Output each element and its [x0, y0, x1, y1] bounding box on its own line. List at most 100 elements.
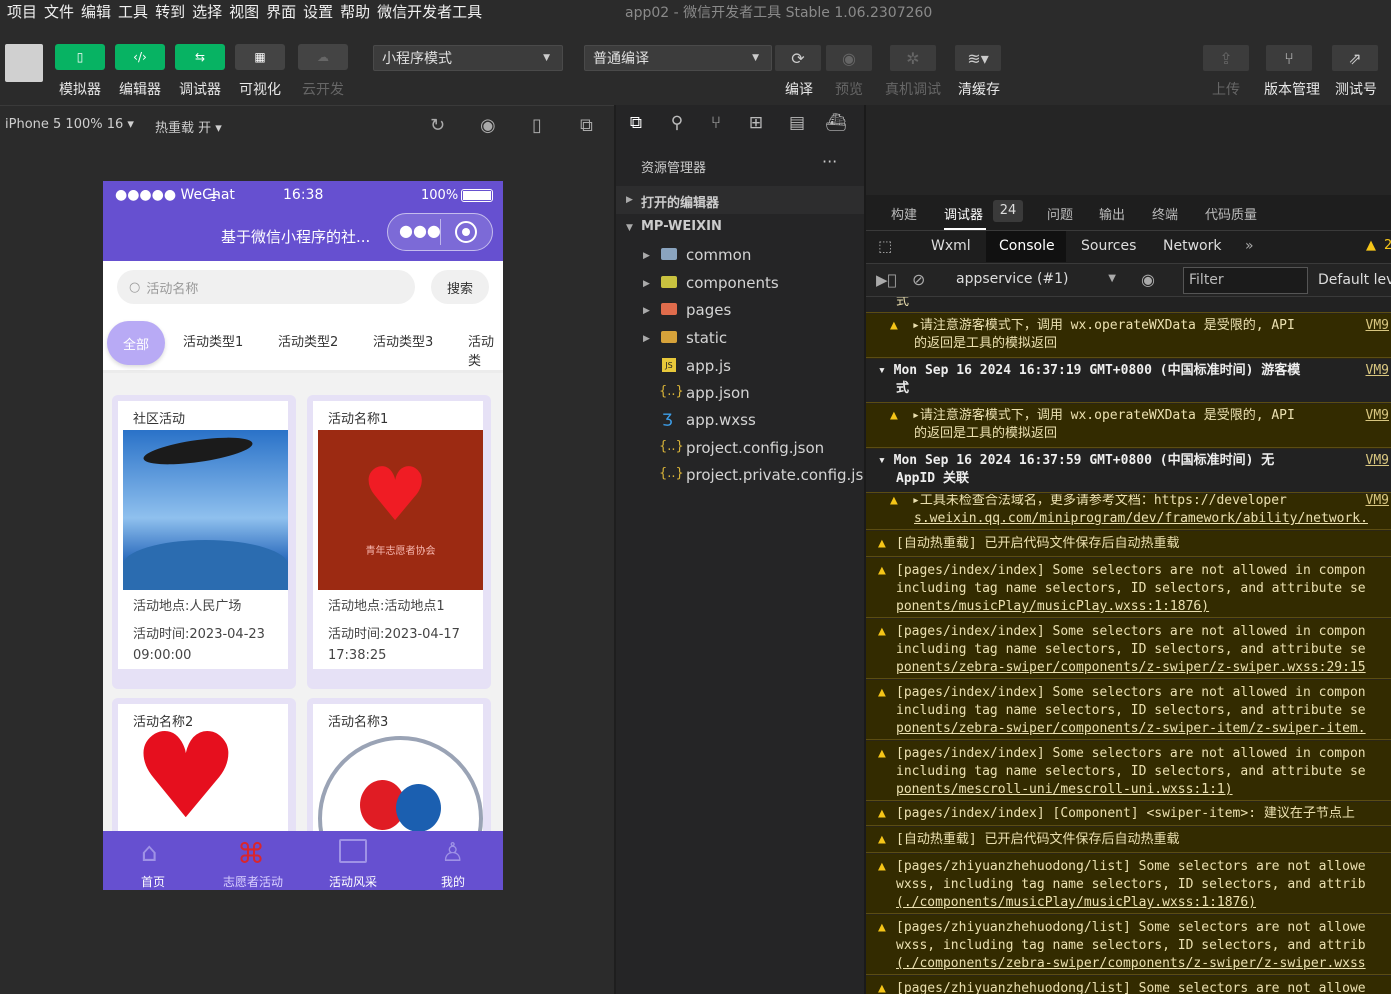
log-source-link[interactable]: VM9: [1366, 452, 1389, 470]
log-link[interactable]: (./components/musicPlay/musicPlay.wxss:1…: [896, 894, 1256, 912]
files-icon[interactable]: ⧉: [624, 113, 648, 137]
more-actions-icon[interactable]: ···: [822, 152, 837, 171]
log-source-link[interactable]: VM9: [1366, 317, 1389, 335]
tree-item-project-private-config[interactable]: project.private.config.js...: [686, 466, 878, 484]
menu-help[interactable]: 帮助: [340, 1, 370, 22]
avatar[interactable]: [5, 44, 43, 82]
log-entry[interactable]: ▲ [pages/index/index] Some selectors are …: [866, 619, 1391, 679]
more-tabs-icon[interactable]: »: [1245, 238, 1254, 254]
tree-item-app-wxss[interactable]: app.wxss: [686, 411, 756, 429]
log-levels-select[interactable]: Default leve: [1318, 272, 1391, 288]
volunteer-icon[interactable]: ⌘: [237, 837, 265, 870]
devtools-tab-wxml[interactable]: Wxml: [931, 238, 971, 254]
rotate-icon[interactable]: ↻: [430, 115, 445, 136]
log-entry[interactable]: ▲ ▸请注意游客模式下，调用 wx.operateWXData 是受限的, API…: [866, 404, 1391, 448]
device-icon[interactable]: ▯: [532, 115, 542, 136]
profile-icon[interactable]: ♙: [441, 838, 464, 868]
tab-build[interactable]: 构建: [891, 204, 917, 223]
category-tab-3[interactable]: 活动类型3: [373, 331, 433, 350]
devtools-tab-sources[interactable]: Sources: [1081, 238, 1136, 254]
tree-item-project-config[interactable]: project.config.json: [686, 439, 824, 457]
menu-file[interactable]: 文件: [44, 1, 74, 22]
tree-item-common[interactable]: common: [686, 246, 751, 264]
home-icon[interactable]: ⌂: [141, 838, 158, 868]
eye-icon[interactable]: ◉: [1141, 270, 1155, 289]
menu-select[interactable]: 选择: [192, 1, 222, 22]
menu-wechat-devtools[interactable]: 微信开发者工具: [377, 1, 482, 22]
hot-reload-toggle[interactable]: 热重载 开 ▾: [155, 117, 222, 136]
devtools-tab-console[interactable]: Console: [999, 238, 1055, 254]
log-entry[interactable]: ▲ [pages/zhiyuanzhehuodong/list] Some sel…: [866, 976, 1391, 994]
visual-toggle-button[interactable]: ▦: [235, 44, 285, 70]
device-select[interactable]: iPhone 5 100% 16 ▾: [5, 117, 134, 132]
log-entry[interactable]: ▲ ▸请注意游客模式下，调用 wx.operateWXData 是受限的, API…: [866, 314, 1391, 358]
menu-edit[interactable]: 编辑: [81, 1, 111, 22]
menu-goto[interactable]: 转到: [155, 1, 185, 22]
activity-gallery-icon[interactable]: [339, 839, 367, 863]
extensions-icon[interactable]: ⊞: [744, 113, 768, 137]
test-account-button[interactable]: ⇗: [1332, 45, 1378, 71]
tree-item-app-json[interactable]: app.json: [686, 384, 750, 402]
clear-console-icon[interactable]: ⊘: [912, 270, 925, 289]
log-entry[interactable]: ▲ [自动热重载] 已开启代码文件保存后自动热重载: [866, 531, 1391, 557]
tab-debugger[interactable]: 调试器: [944, 204, 983, 223]
category-tab-all[interactable]: 全部: [107, 321, 165, 365]
menu-view[interactable]: 视图: [229, 1, 259, 22]
menu-interface[interactable]: 界面: [266, 1, 296, 22]
tree-item-components[interactable]: components: [686, 274, 779, 292]
search-input[interactable]: ○ 活动名称: [117, 270, 415, 304]
close-miniprogram-icon[interactable]: [455, 221, 477, 243]
sidebar-toggle-icon[interactable]: ▶⃞: [876, 271, 897, 289]
log-link[interactable]: (./components/zebra-swiper/components/z-…: [896, 955, 1366, 973]
real-device-debug-button[interactable]: ✲: [890, 45, 936, 71]
log-link[interactable]: ponents/musicPlay/musicPlay.wxss:1:1876): [896, 598, 1209, 616]
log-entry[interactable]: ▲ [pages/index/index] Some selectors are …: [866, 680, 1391, 740]
tabbar-gallery[interactable]: 活动风采: [313, 873, 393, 890]
console-filter-input[interactable]: Filter: [1183, 267, 1308, 294]
tree-item-pages[interactable]: pages: [686, 301, 731, 319]
log-entry[interactable]: ▲ [pages/zhiyuanzhehuodong/list] Some sel…: [866, 854, 1391, 914]
tab-output[interactable]: 输出: [1099, 204, 1125, 223]
log-link[interactable]: ponents/zebra-swiper/components/z-swiper…: [896, 659, 1366, 677]
tree-item-app-js[interactable]: app.js: [686, 357, 731, 375]
editor-toggle-button[interactable]: ‹/›: [115, 44, 165, 70]
log-source-link[interactable]: VM9: [1366, 494, 1389, 510]
tabbar-mine[interactable]: 我的: [413, 873, 493, 890]
category-tab-2[interactable]: 活动类型2: [278, 331, 338, 350]
log-group[interactable]: ▾ Mon Sep 16 2024 16:37:19 GMT+0800 (中国标…: [866, 359, 1391, 403]
save-icon[interactable]: ▤: [785, 113, 809, 137]
preview-button[interactable]: ◉: [826, 45, 872, 71]
log-link[interactable]: s.weixin.qq.com/miniprogram/dev/framewor…: [914, 510, 1368, 528]
version-control-button[interactable]: ⑂: [1266, 45, 1312, 71]
devtools-tab-network[interactable]: Network: [1163, 238, 1221, 254]
log-entry[interactable]: ▲ [pages/zhiyuanzhehuodong/list] Some sel…: [866, 915, 1391, 975]
project-root[interactable]: MP-WEIXIN: [641, 219, 722, 234]
log-source-link[interactable]: VM9: [1366, 407, 1389, 425]
source-control-icon[interactable]: ⑂: [704, 113, 728, 137]
clear-cache-button[interactable]: ≋▾: [955, 45, 1001, 71]
log-link[interactable]: ponents/zebra-swiper/components/z-swiper…: [896, 720, 1366, 738]
tree-item-static[interactable]: static: [686, 329, 727, 347]
upload-button[interactable]: ⇪: [1203, 45, 1249, 71]
more-dots-icon[interactable]: ●●●: [399, 221, 441, 240]
menu-settings[interactable]: 设置: [303, 1, 333, 22]
log-entry[interactable]: ▲ [pages/index/index] Some selectors are …: [866, 741, 1391, 801]
category-tab-4[interactable]: 活动类: [468, 331, 503, 369]
simulator-toggle-button[interactable]: ▯: [55, 44, 105, 70]
menu-project[interactable]: 项目: [7, 1, 37, 22]
record-icon[interactable]: ◉: [480, 115, 496, 136]
tab-code-quality[interactable]: 代码质量: [1205, 204, 1257, 223]
mode-select[interactable]: 小程序模式 ▼: [373, 45, 563, 71]
docker-icon[interactable]: ⛴: [824, 113, 848, 137]
context-select[interactable]: appservice (#1) ▼: [946, 268, 1122, 293]
log-entry[interactable]: ▲ [自动热重载] 已开启代码文件保存后自动热重载: [866, 827, 1391, 853]
debugger-toggle-button[interactable]: ⇆: [175, 44, 225, 70]
compile-select[interactable]: 普通编译 ▼: [584, 45, 772, 71]
log-group[interactable]: ▾ Mon Sep 16 2024 16:37:59 GMT+0800 (中国标…: [866, 449, 1391, 493]
tabbar-home[interactable]: 首页: [113, 873, 193, 890]
tab-problems[interactable]: 问题: [1047, 204, 1073, 223]
log-source-link[interactable]: VM9: [1366, 362, 1389, 380]
cloud-dev-button[interactable]: ☁: [298, 44, 348, 70]
category-tab-1[interactable]: 活动类型1: [183, 331, 243, 350]
log-entry[interactable]: ▲ [pages/index/index] [Component] <swiper…: [866, 802, 1391, 826]
